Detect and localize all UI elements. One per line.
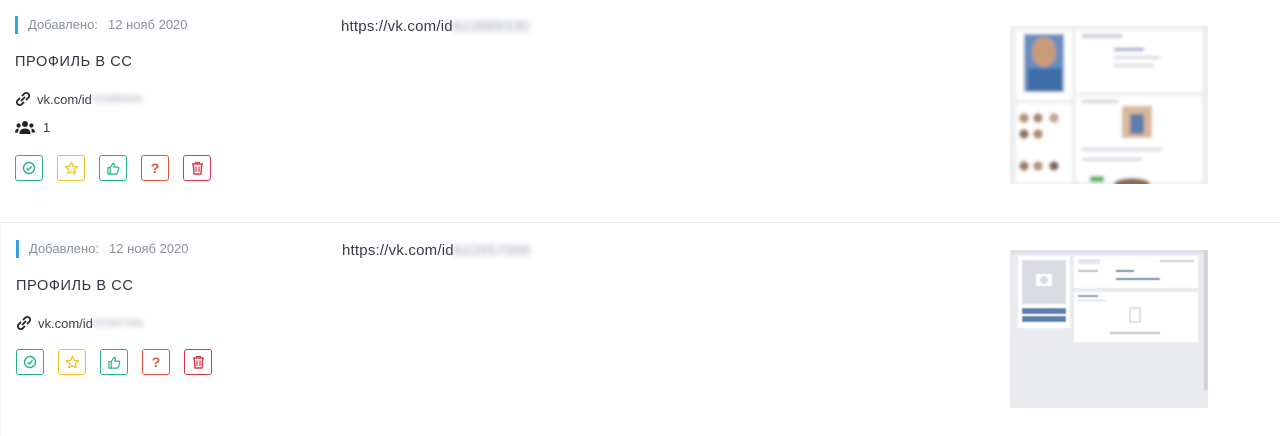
record-title: ПРОФИЛЬ В СС [15,54,133,70]
like-button[interactable] [99,155,127,181]
question-icon: ? [151,354,161,370]
question-icon: ? [150,160,160,176]
star-icon [64,161,78,174]
record-title: ПРОФИЛЬ В СС [16,278,134,294]
delete-button[interactable] [183,155,211,181]
profile-url-prefix: https://vk.com/id [342,242,454,259]
profile-url-id: 622889330 [452,18,530,35]
profile-url[interactable]: https://vk.com/id622657066 [342,242,531,259]
thumbs-up-icon [106,162,119,175]
link-icon [16,315,32,331]
link-prefix: vk.com/id [38,315,93,331]
check-circle-icon [23,355,37,369]
profile-url-id: 622657066 [453,242,531,259]
profile-screenshot-thumbnail[interactable] [1010,250,1208,408]
profile-link[interactable]: vk.com/id 622889330 [15,91,142,107]
profile-url-prefix: https://vk.com/id [341,18,453,35]
profile-screenshot-image [1010,250,1208,408]
approve-button[interactable] [15,155,43,181]
trash-icon [192,355,204,369]
approve-button[interactable] [16,349,44,375]
like-button[interactable] [100,349,128,375]
friends-count: 1 [43,120,51,135]
question-button[interactable]: ? [142,349,170,375]
link-icon [15,91,31,107]
delete-button[interactable] [184,349,212,375]
profile-screenshot-thumbnail[interactable] [1010,26,1208,184]
thumbs-up-icon [107,356,120,369]
added-info: Добавлено: 12 нояб 2020 [16,240,189,258]
action-buttons: ? [16,349,226,375]
profile-url[interactable]: https://vk.com/id622889330 [341,18,530,35]
added-label: Добавлено: [28,17,99,32]
link-id: 622657066 [92,317,143,329]
added-info: Добавлено: 12 нояб 2020 [15,16,188,34]
added-date: 12 нояб 2020 [109,241,189,256]
favorite-button[interactable] [57,155,85,181]
link-prefix: vk.com/id [37,91,92,107]
added-label: Добавлено: [29,241,100,256]
profile-link[interactable]: vk.com/id 622657066 [16,315,143,331]
favorite-button[interactable] [58,349,86,375]
trash-icon [191,161,203,175]
link-id: 622889330 [91,93,142,105]
profile-screenshot-image [1010,26,1208,184]
friends-count-row: 1 [15,120,50,135]
added-date: 12 нояб 2020 [108,17,188,32]
question-button[interactable]: ? [141,155,169,181]
action-buttons: ? [15,155,225,181]
check-circle-icon [22,161,36,175]
record-card: Добавлено: 12 нояб 2020 https://vk.com/id… [0,0,1280,223]
users-icon [15,121,35,134]
star-icon [65,355,79,368]
